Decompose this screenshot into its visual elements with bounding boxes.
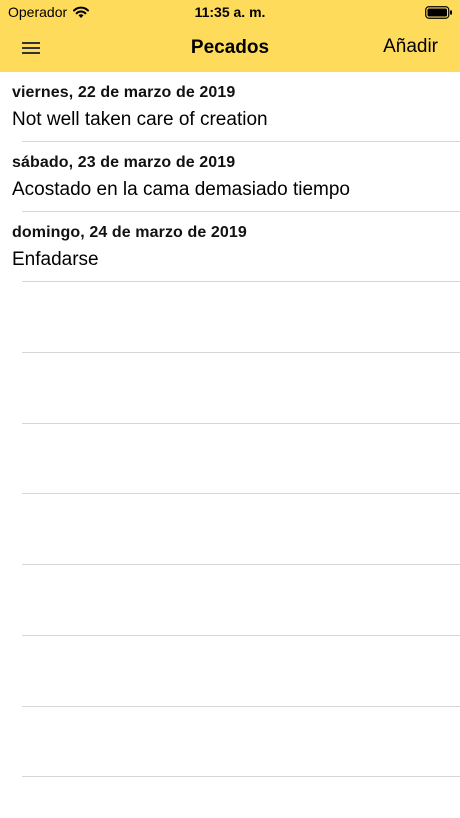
entries-list[interactable]: viernes, 22 de marzo de 2019 Not well ta… [0,72,460,778]
empty-row [0,424,460,495]
row-separator [22,776,460,778]
empty-row [0,353,460,424]
entry-date: sábado, 23 de marzo de 2019 [12,154,236,171]
entry-title: Enfadarse [12,249,99,270]
status-bar: Operador 11:35 a. m. [0,0,460,26]
list-item[interactable]: domingo, 24 de marzo de 2019 Enfadarse [0,212,460,282]
nav-bar: Pecados Añadir [0,26,460,70]
battery-icon [425,6,452,19]
entry-date: domingo, 24 de marzo de 2019 [12,224,247,241]
list-item[interactable]: sábado, 23 de marzo de 2019 Acostado en … [0,142,460,212]
app-screen: Operador 11:35 a. m. Pecados Añadir vier… [0,0,460,818]
status-time: 11:35 a. m. [194,4,266,20]
add-button[interactable]: Añadir [383,36,438,58]
empty-row [0,282,460,353]
header: Operador 11:35 a. m. Pecados Añadir [0,0,460,72]
empty-row [0,707,460,778]
entry-date: viernes, 22 de marzo de 2019 [12,84,236,101]
empty-row [0,494,460,565]
empty-row [0,565,460,636]
empty-row [0,636,460,707]
entry-title: Not well taken care of creation [12,109,268,130]
entry-title: Acostado en la cama demasiado tiempo [12,179,350,200]
list-item[interactable]: viernes, 22 de marzo de 2019 Not well ta… [0,72,460,142]
